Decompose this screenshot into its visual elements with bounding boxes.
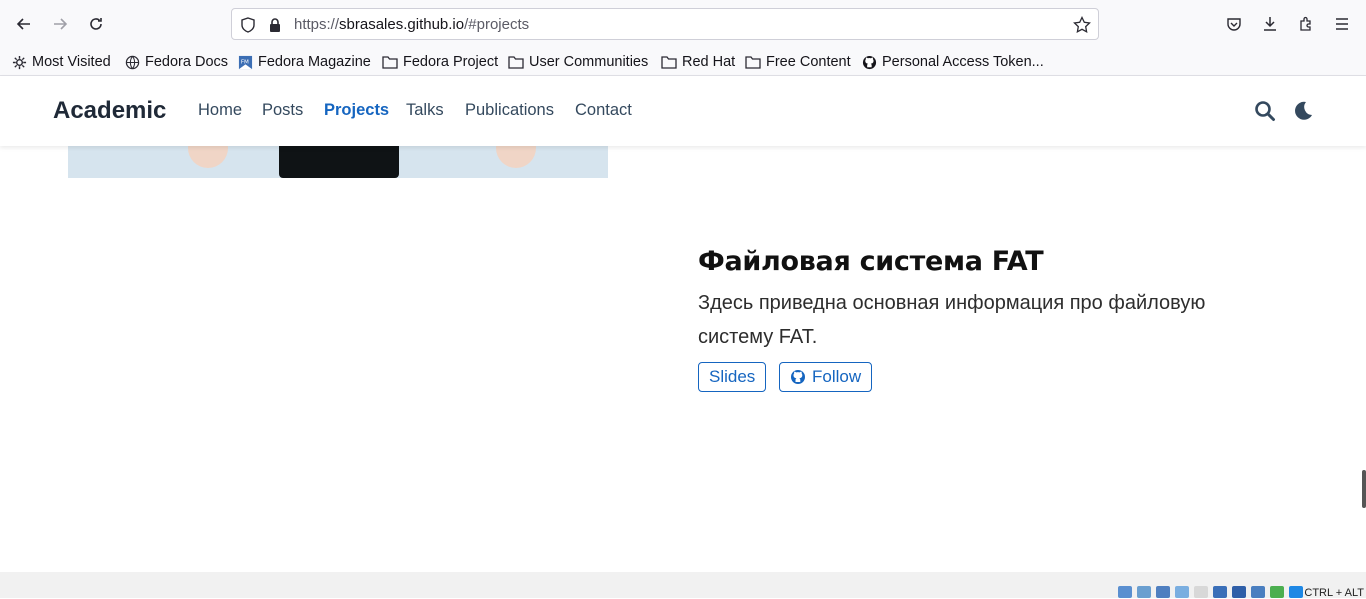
folder-icon <box>745 56 761 69</box>
bookmark-label: Red Hat <box>682 54 736 70</box>
forward-button[interactable] <box>48 12 72 36</box>
bookmark-label: Free Content <box>766 54 851 70</box>
page-content: Файловая система FAT Здесь приведна осно… <box>0 146 1366 572</box>
bookmark-star-icon[interactable] <box>1072 15 1092 35</box>
follow-label: Follow <box>812 367 862 386</box>
dark-mode-moon-icon[interactable] <box>1292 100 1314 122</box>
shield-icon[interactable] <box>238 15 258 35</box>
browser-toolbar: https://sbrasales.github.io/#projects <box>0 0 1366 48</box>
follow-button[interactable]: Follow <box>779 362 873 392</box>
url-host: sbrasales.github.io <box>339 16 465 33</box>
svg-text:FM: FM <box>241 59 249 65</box>
bookmark-red-hat[interactable]: Red Hat <box>661 52 735 72</box>
reload-button[interactable] <box>84 12 108 36</box>
puzzle-icon <box>1300 16 1311 31</box>
bookmark-personal-access-token[interactable]: Personal Access Token... <box>862 52 1044 72</box>
nav-projects[interactable]: Projects <box>324 101 389 120</box>
bookmark-label: User Communities <box>529 54 649 70</box>
tray-icon[interactable] <box>1213 586 1227 598</box>
gear-icon <box>12 55 27 69</box>
github-icon <box>791 370 805 384</box>
bookmark-fedora-project[interactable]: Fedora Project <box>382 52 498 72</box>
nav-talks[interactable]: Talks <box>406 101 444 120</box>
globe-icon <box>125 55 140 69</box>
tray-icon[interactable] <box>1232 586 1246 598</box>
tray-icon[interactable] <box>1270 586 1284 598</box>
pocket-icon <box>1227 18 1241 31</box>
lock-icon[interactable] <box>265 15 285 35</box>
bookmark-user-communities[interactable]: User Communities <box>508 52 648 72</box>
tray-icon[interactable] <box>1251 586 1265 598</box>
bookmark-fedora-docs[interactable]: Fedora Docs <box>125 52 228 72</box>
extensions-button[interactable] <box>1294 12 1318 36</box>
tray-icon[interactable] <box>1118 586 1132 598</box>
hamburger-icon <box>1336 18 1348 30</box>
folder-icon <box>382 56 398 69</box>
bookmark-free-content[interactable]: Free Content <box>745 52 851 72</box>
keyboard-shortcut-label: CTRL + ALT <box>1304 587 1364 599</box>
url-prefix: https:// <box>294 16 340 33</box>
nav-contact[interactable]: Contact <box>575 101 632 120</box>
site-brand[interactable]: Academic <box>53 97 166 125</box>
project-title[interactable]: Файловая система FAT <box>698 246 1044 277</box>
download-icon <box>1264 17 1276 31</box>
bookmark-most-visited[interactable]: Most Visited <box>12 52 111 72</box>
bookmark-label: Most Visited <box>32 54 111 70</box>
tray-icon[interactable] <box>1289 586 1303 598</box>
reload-icon <box>90 18 102 30</box>
pocket-button[interactable] <box>1222 12 1246 36</box>
system-tray: CTRL + ALT <box>0 572 1366 599</box>
url-bar[interactable]: https://sbrasales.github.io/#projects <box>231 8 1099 40</box>
bookmark-label: Fedora Project <box>403 54 499 70</box>
nav-posts[interactable]: Posts <box>262 101 303 120</box>
url-path: /#projects <box>464 16 530 33</box>
bookmark-label: Personal Access Token... <box>882 54 1044 70</box>
bookmarks-bar: Most Visited Fedora Docs FM Fedora Magaz… <box>0 48 1366 76</box>
tray-icon[interactable] <box>1194 586 1208 598</box>
github-icon <box>862 55 877 69</box>
folder-icon <box>508 56 524 69</box>
fedora-magazine-icon: FM <box>238 55 253 69</box>
forward-arrow-icon <box>54 18 68 30</box>
bookmark-fedora-magazine[interactable]: FM Fedora Magazine <box>238 52 371 72</box>
search-icon[interactable] <box>1254 100 1276 122</box>
nav-home[interactable]: Home <box>198 101 242 120</box>
folder-icon <box>661 56 677 69</box>
downloads-button[interactable] <box>1258 12 1282 36</box>
tray-icon[interactable] <box>1175 586 1189 598</box>
project-description: Здесь приведна основная информация про ф… <box>698 292 1206 348</box>
nav-publications[interactable]: Publications <box>465 101 554 120</box>
back-button[interactable] <box>12 12 36 36</box>
slides-button[interactable]: Slides <box>698 362 767 392</box>
tray-icon[interactable] <box>1137 586 1151 598</box>
project-image <box>68 146 608 178</box>
page-scrollbar-thumb[interactable] <box>1362 470 1366 508</box>
back-arrow-icon <box>16 18 30 30</box>
url-text[interactable]: https://sbrasales.github.io/#projects <box>294 16 529 33</box>
bookmark-label: Fedora Magazine <box>258 54 371 70</box>
menu-button[interactable] <box>1330 12 1354 36</box>
slides-label: Slides <box>709 367 756 386</box>
bookmark-label: Fedora Docs <box>145 54 229 70</box>
tray-icon[interactable] <box>1156 586 1170 598</box>
site-navbar: Academic Home Posts Projects Talks Publi… <box>0 76 1366 146</box>
